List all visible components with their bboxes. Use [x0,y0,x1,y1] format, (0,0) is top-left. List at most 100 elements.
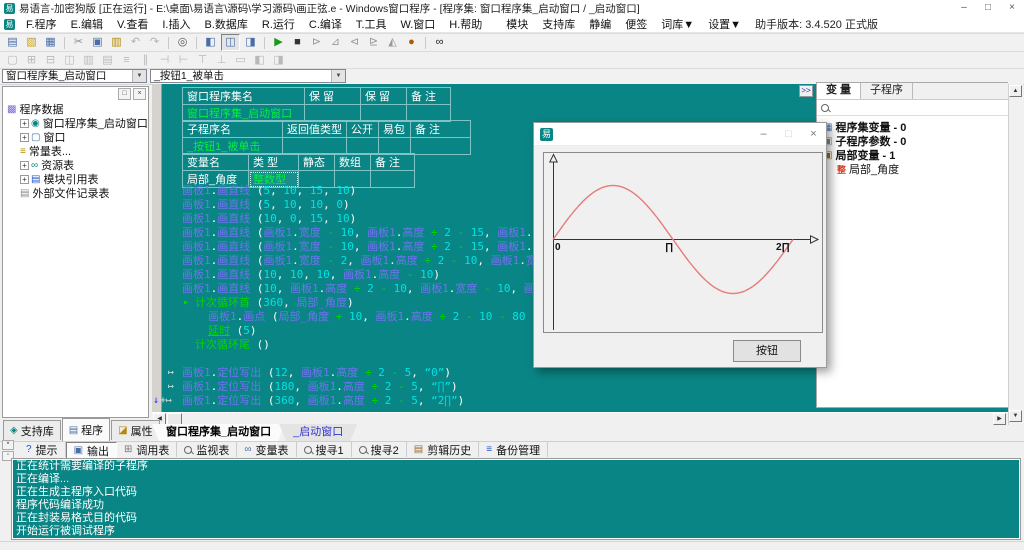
align-bottom-button[interactable]: ∥ [137,53,154,68]
menu-item-module[interactable]: 模块 [499,16,535,32]
menu-item-help[interactable]: H.帮助 [442,16,489,32]
close-panel-button[interactable]: × [133,88,146,100]
menu-item-settings[interactable]: 设置▼ [701,16,748,32]
align-left-button[interactable]: ▥ [80,53,97,68]
center-h-button[interactable]: ⊤ [194,53,211,68]
table-value-cell[interactable] [407,105,451,122]
find-button[interactable]: ◎ [174,35,191,50]
align-top-button[interactable]: ≡ [118,53,135,68]
same-height-button[interactable]: ⊢ [175,53,192,68]
expand-icon[interactable]: + [20,133,29,142]
redo-button[interactable]: ↷ [146,35,163,50]
table-value-cell[interactable] [347,138,379,155]
tree-item-external-file-table[interactable]: ▤外部文件记录表 [6,186,148,200]
menu-item-database[interactable]: B.数据库 [197,16,254,32]
paste-button[interactable]: ▥ [108,35,125,50]
to-front-button[interactable]: ◧ [251,53,268,68]
document-tab-startup-window[interactable]: _启动窗口 [279,424,357,441]
table-value-cell[interactable] [283,138,347,155]
undo-button[interactable]: ↶ [127,35,144,50]
quick-find-button[interactable]: ∞ [431,35,448,50]
run-to-cursor-button[interactable]: ⊵ [365,35,382,50]
expand-icon[interactable]: + [20,119,29,128]
align-right-button[interactable]: ▤ [99,53,116,68]
menu-item-edit[interactable]: E.编辑 [64,16,110,32]
variable-item-local-variables[interactable]: ▣局部变量 - 1 [823,148,1008,162]
menu-item-view[interactable]: V.查看 [110,16,155,32]
menu-item-run[interactable]: R.运行 [255,16,302,32]
menu-item-window[interactable]: W.窗口 [393,16,442,32]
table-value-cell[interactable]: _按钮1_被单击 [183,138,283,155]
menu-item-support-lib[interactable]: 支持库 [535,16,582,32]
tree-item-program-data[interactable]: ▩程序数据 [6,102,148,116]
program-button[interactable]: 按钮 [733,340,801,362]
float-panel-button[interactable]: □ [118,88,131,100]
tab-support-lib[interactable]: ◈支持库 [3,420,61,440]
tab-search-2[interactable]: 搜寻2 [352,442,407,457]
menu-item-compile[interactable]: C.编译 [302,16,349,32]
open-button[interactable]: ▧ [23,35,40,50]
program-set-combo[interactable]: 窗口程序集_启动窗口 ▼ [2,69,147,83]
close-button[interactable]: × [1000,1,1024,16]
document-tab-window-program-set[interactable]: 窗口程序集_启动窗口 [152,424,285,441]
subroutine-combo[interactable]: _按钮1_被单击 ▼ [150,69,346,83]
scroll-right-button[interactable]: ▶ [993,413,1006,425]
tree-item-module-ref-table[interactable]: +▤模块引用表 [6,172,148,186]
same-width-button[interactable]: ⊣ [156,53,173,68]
table-value-cell[interactable] [379,138,411,155]
step-out-button[interactable]: ⊲ [346,35,363,50]
split-button[interactable]: ◫ [61,53,78,68]
center-v-button[interactable]: ⊥ [213,53,230,68]
table-value-cell[interactable]: 窗口程序集_启动窗口 [183,105,305,122]
variable-search-input[interactable] [833,101,1008,115]
new-button[interactable]: ▤ [4,35,21,50]
step-over-button[interactable]: ⊿ [327,35,344,50]
save-button[interactable]: ▦ [42,35,59,50]
popup-minimize-button[interactable]: – [751,124,776,145]
run-button[interactable]: ▶ [270,35,287,50]
menu-item-program[interactable]: F.程序 [19,16,64,32]
scroll-up-button[interactable]: ▲ [1009,85,1022,97]
to-back-button[interactable]: ◨ [270,53,287,68]
tab-variables[interactable]: 变 量 [817,83,861,99]
menu-item-dictionary[interactable]: 词库▼ [654,16,701,32]
popup-maximize-button[interactable]: □ [776,124,801,145]
tree-item-window[interactable]: +▢窗口 [6,130,148,144]
expand-icon[interactable]: + [20,175,29,184]
menu-item-static-compile[interactable]: 静编 [582,16,618,32]
tree-item-resource-table[interactable]: +∞资源表 [6,158,148,172]
table-value-cell[interactable] [305,105,361,122]
cut-button[interactable]: ✂ [70,35,87,50]
stop-button[interactable]: ■ [289,35,306,50]
popup-close-button[interactable]: × [801,124,826,145]
program-window-titlebar[interactable]: 易 – □ × [534,123,826,146]
close-dock-button[interactable]: × [2,440,14,450]
tree-item-constant-table[interactable]: ≡常量表... [6,144,148,158]
tab-search-1[interactable]: 搜寻1 [297,442,352,457]
table-value-cell[interactable] [361,105,407,122]
editor-vertical-scrollbar[interactable]: ▲ ▼ [1008,84,1023,425]
scroll-down-button[interactable]: ▼ [1009,410,1022,422]
tab-call-table[interactable]: ⊞调用表 [117,442,177,457]
variable-item-subroutine-params[interactable]: ▣子程序参数 - 0 [823,134,1008,148]
group-button[interactable]: ⊟ [42,53,59,68]
variable-item-local-angle[interactable]: 整局部_角度 [823,162,1008,176]
dropdown-arrow-icon[interactable]: ▼ [132,70,146,82]
form-designer-button[interactable]: ▢ [4,53,21,68]
tab-variable-table[interactable]: ∞变量表 [237,442,296,457]
dropdown-arrow-icon[interactable]: ▼ [331,70,345,82]
layout-2-button[interactable]: ◫ [221,34,240,51]
layout-3-button[interactable]: ◨ [242,35,259,50]
tab-hints[interactable]: ?提示 [19,442,66,457]
menu-item-insert[interactable]: I.插入 [155,16,197,32]
maximize-button[interactable]: □ [976,1,1000,16]
tab-backup-manager[interactable]: ≡备份管理 [479,442,548,457]
breakpoint-button[interactable]: ● [403,35,420,50]
space-evenly-button[interactable]: ▭ [232,53,249,68]
variable-item-assembly-variables[interactable]: ▦程序集变量 - 0 [823,120,1008,134]
tab-subroutines[interactable]: 子程序 [861,83,913,99]
menu-item-tools[interactable]: T.工具 [349,16,394,32]
tab-program[interactable]: ▤程序 [62,418,110,441]
tab-watch-table[interactable]: 监视表 [177,442,237,457]
tab-output[interactable]: ▣输出 [66,442,117,459]
